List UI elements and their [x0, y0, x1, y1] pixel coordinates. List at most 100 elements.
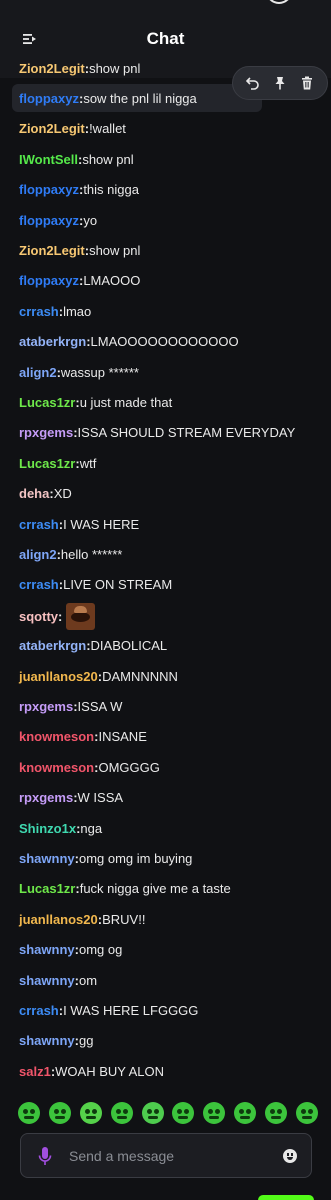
chat-message[interactable]: Lucas1zr: wtf [19, 449, 321, 477]
chat-message-text: DAMNNNNN [102, 668, 178, 684]
chat-username[interactable]: floppaxyz [19, 213, 79, 228]
chat-username[interactable]: juanllanos20 [19, 669, 98, 684]
chat-message[interactable]: floppaxyz: yo [19, 206, 321, 234]
chat-username[interactable]: floppaxyz [19, 182, 79, 197]
chat-username[interactable]: rpxgems [19, 790, 73, 805]
chat-username[interactable]: Zion2Legit [19, 121, 85, 136]
chat-message[interactable]: sqotty: [19, 601, 321, 631]
chat-username[interactable]: shawnny [19, 1033, 75, 1048]
chat-username[interactable]: salz1 [19, 1064, 51, 1079]
chat-username[interactable]: floppaxyz [19, 273, 79, 288]
chat-message[interactable]: crrash: lmao [19, 297, 321, 325]
chat-message[interactable]: Shinzo1x: nga [19, 814, 321, 842]
chat-message-text: DIABOLICAL [90, 638, 168, 654]
emote-10[interactable] [295, 1102, 318, 1124]
chat-message-text: !wallet [89, 121, 126, 137]
chat-username[interactable]: Lucas1zr [19, 395, 75, 410]
emote-6[interactable] [172, 1102, 195, 1124]
chat-username[interactable]: Zion2Legit [19, 61, 85, 76]
chat-message-text: this nigga [83, 182, 139, 198]
chat-message[interactable]: juanllanos20: BRUV!! [19, 905, 321, 933]
trash-icon[interactable] [296, 72, 318, 94]
chat-message[interactable]: floppaxyz: this nigga [19, 176, 321, 204]
chat-message[interactable]: crrash: LIVE ON STREAM [19, 571, 321, 599]
chat-message-text: show pnl [82, 151, 134, 167]
chat-message[interactable]: shawnny: omg omg im buying [19, 844, 321, 872]
chat-username[interactable]: Shinzo1x [19, 821, 76, 836]
chat-username[interactable]: juanllanos20 [19, 912, 98, 927]
chat-username[interactable]: crrash [19, 577, 59, 592]
chat-message[interactable]: align2: hello ****** [19, 540, 321, 568]
chat-message[interactable]: align2: wassup ****** [19, 358, 321, 386]
microphone-icon[interactable] [38, 1147, 52, 1167]
emote-4[interactable] [110, 1102, 133, 1124]
chat-username[interactable]: align2 [19, 547, 57, 562]
pin-icon[interactable] [269, 72, 291, 94]
chat-message-text: wassup ****** [60, 364, 139, 380]
chat-username[interactable]: rpxgems [19, 425, 73, 440]
chat-message[interactable]: deha: XD [19, 480, 321, 508]
avatar[interactable] [266, 0, 292, 4]
chat-message-text: yo [83, 212, 98, 228]
chat-username[interactable]: floppaxyz [19, 91, 79, 106]
chat-username[interactable]: ataberkrgn [19, 334, 86, 349]
chat-message[interactable]: salz1: WOAH BUY ALON [19, 1057, 321, 1085]
chat-username[interactable]: shawnny [19, 973, 75, 988]
chat-username[interactable]: Lucas1zr [19, 456, 75, 471]
chat-username[interactable]: sqotty [19, 609, 58, 624]
message-input[interactable] [69, 1144, 269, 1168]
chat-username[interactable]: knowmeson [19, 729, 94, 744]
chat-message[interactable]: crrash: I WAS HERE [19, 510, 321, 538]
chat-message[interactable]: rpxgems: ISSA W [19, 692, 321, 720]
emote-7[interactable] [203, 1102, 226, 1124]
chat-username[interactable]: crrash [19, 1003, 59, 1018]
chat-message[interactable]: Lucas1zr: fuck nigga give me a taste [19, 875, 321, 903]
emote-1[interactable] [18, 1102, 40, 1124]
chat-username[interactable]: deha [19, 486, 49, 501]
chat-message-text: show pnl [89, 242, 141, 258]
emote-quick-bar [18, 1097, 318, 1129]
chat-message[interactable]: shawnny: omg og [19, 936, 321, 964]
chat-username[interactable]: knowmeson [19, 760, 94, 775]
chat-message-text: omg omg im buying [78, 850, 193, 866]
chat-username[interactable]: shawnny [19, 942, 75, 957]
chat-message-text: W ISSA [77, 790, 124, 806]
chat-username[interactable]: align2 [19, 365, 57, 380]
chat-username[interactable]: crrash [19, 304, 59, 319]
chat-message[interactable]: rpxgems: W ISSA [19, 784, 321, 812]
send-button[interactable] [258, 1195, 314, 1200]
emote-9[interactable] [265, 1102, 287, 1124]
emote-3[interactable] [79, 1102, 102, 1124]
chat-message-text: INSANE [98, 729, 147, 745]
chat-message[interactable]: Zion2Legit: show pnl [19, 236, 321, 264]
chat-username[interactable]: Lucas1zr [19, 881, 75, 896]
emote-8[interactable] [234, 1102, 257, 1124]
chat-message[interactable]: knowmeson: OMGGGG [19, 753, 321, 781]
chat-username[interactable]: crrash [19, 517, 59, 532]
chat-message-text: LMAOOO [83, 273, 141, 289]
chat-message-list[interactable]: Zion2Legit: show pnl floppaxyz: sow the p… [0, 54, 331, 1089]
chat-message[interactable]: floppaxyz: sow the pnl lil nigga [12, 84, 262, 113]
chat-username[interactable]: ataberkrgn [19, 638, 86, 653]
chat-message[interactable]: IWontSell: show pnl [19, 145, 321, 173]
chat-message[interactable]: ataberkrgn: LMAOOOOOOOOOOOO [19, 328, 321, 356]
emoji-picker-icon[interactable] [283, 1149, 297, 1163]
chat-message[interactable]: shawnny: gg [19, 1027, 321, 1055]
reply-icon[interactable] [242, 72, 264, 94]
chat-message[interactable]: Zion2Legit: !wallet [19, 115, 321, 143]
username-separator: : [58, 608, 63, 624]
chat-message[interactable]: floppaxyz: LMAOOO [19, 267, 321, 295]
chat-message[interactable]: ataberkrgn: DIABOLICAL [19, 632, 321, 660]
chat-username[interactable]: shawnny [19, 851, 75, 866]
emote-2[interactable] [48, 1102, 71, 1124]
chat-message[interactable]: shawnny: om [19, 966, 321, 994]
emote-5[interactable] [141, 1102, 164, 1124]
chat-username[interactable]: Zion2Legit [19, 243, 85, 258]
chat-message[interactable]: rpxgems: ISSA SHOULD STREAM EVERYDAY [19, 419, 321, 447]
chat-message[interactable]: juanllanos20: DAMNNNNN [19, 662, 321, 690]
chat-message[interactable]: crrash: I WAS HERE LFGGGG [19, 996, 321, 1024]
chat-message[interactable]: knowmeson: INSANE [19, 723, 321, 751]
chat-username[interactable]: rpxgems [19, 699, 73, 714]
chat-username[interactable]: IWontSell [19, 152, 78, 167]
chat-message[interactable]: Lucas1zr: u just made that [19, 388, 321, 416]
